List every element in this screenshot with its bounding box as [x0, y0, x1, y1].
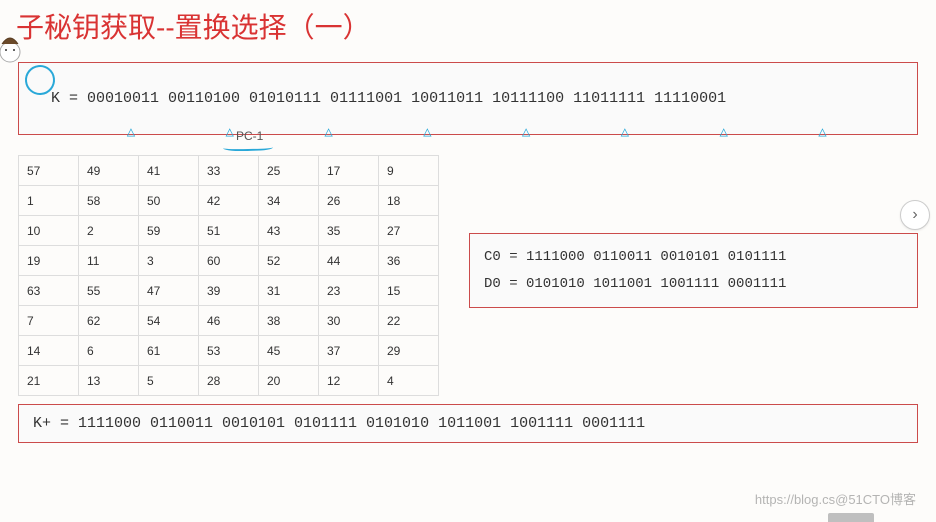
table-cell: 7	[19, 306, 79, 336]
pc1-underline-annotation	[223, 143, 273, 152]
table-cell: 35	[319, 216, 379, 246]
table-cell: 22	[379, 306, 439, 336]
pc1-label: PC-1	[236, 129, 263, 143]
table-cell: 3	[139, 246, 199, 276]
pc1-table-wrap: PC-1 57494133251791585042342618102595143…	[18, 143, 439, 396]
table-cell: 41	[139, 156, 199, 186]
table-cell: 57	[19, 156, 79, 186]
table-cell: 59	[139, 216, 199, 246]
kplus-box: K+ = 1111000 0110011 0010101 0101111 010…	[18, 404, 918, 443]
footer-bar-decoration	[828, 513, 874, 522]
table-cell: 37	[319, 336, 379, 366]
table-cell: 15	[379, 276, 439, 306]
table-cell: 2	[79, 216, 139, 246]
next-arrow-button[interactable]: ›	[900, 200, 930, 230]
table-cell: 63	[19, 276, 79, 306]
watermark-text: https://blog.cs@51CTO博客	[755, 489, 916, 508]
table-cell: 6	[79, 336, 139, 366]
table-cell: 61	[139, 336, 199, 366]
table-cell: 50	[139, 186, 199, 216]
table-cell: 33	[199, 156, 259, 186]
table-cell: 52	[259, 246, 319, 276]
table-cell: 54	[139, 306, 199, 336]
table-cell: 51	[199, 216, 259, 246]
table-cell: 18	[379, 186, 439, 216]
table-cell: 9	[379, 156, 439, 186]
table-cell: 39	[199, 276, 259, 306]
table-row: 1911360524436	[19, 246, 439, 276]
table-cell: 29	[379, 336, 439, 366]
table-cell: 31	[259, 276, 319, 306]
table-cell: 10	[19, 216, 79, 246]
table-cell: 17	[319, 156, 379, 186]
separator-marks: △ △ △ △ △ △ △ △	[19, 124, 917, 136]
table-row: 211352820124	[19, 366, 439, 396]
chevron-right-icon: ›	[912, 206, 917, 224]
table-cell: 12	[319, 366, 379, 396]
k-value-box: K = 00010011 00110100 01010111 01111001 …	[18, 62, 918, 135]
table-cell: 38	[259, 306, 319, 336]
table-cell: 25	[259, 156, 319, 186]
table-row: 1466153453729	[19, 336, 439, 366]
table-cell: 30	[319, 306, 379, 336]
table-cell: 46	[199, 306, 259, 336]
table-cell: 5	[139, 366, 199, 396]
table-row: 7625446383022	[19, 306, 439, 336]
table-cell: 62	[79, 306, 139, 336]
table-cell: 21	[19, 366, 79, 396]
table-cell: 60	[199, 246, 259, 276]
table-cell: 55	[79, 276, 139, 306]
mascot-decoration	[0, 30, 24, 64]
table-row: 1025951433527	[19, 216, 439, 246]
table-cell: 28	[199, 366, 259, 396]
pc1-table: 5749413325179158504234261810259514335271…	[18, 155, 439, 396]
table-cell: 34	[259, 186, 319, 216]
table-cell: 42	[199, 186, 259, 216]
table-cell: 53	[199, 336, 259, 366]
table-cell: 19	[19, 246, 79, 276]
table-cell: 43	[259, 216, 319, 246]
table-cell: 27	[379, 216, 439, 246]
k-value-text: K = 00010011 00110100 01010111 01111001 …	[51, 90, 726, 107]
table-cell: 20	[259, 366, 319, 396]
page-title: 子秘钥获取--置换选择（一）	[0, 0, 936, 58]
table-cell: 14	[19, 336, 79, 366]
table-cell: 1	[19, 186, 79, 216]
table-cell: 26	[319, 186, 379, 216]
table-cell: 4	[379, 366, 439, 396]
table-row: 63554739312315	[19, 276, 439, 306]
table-cell: 44	[319, 246, 379, 276]
table-cell: 11	[79, 246, 139, 276]
table-cell: 58	[79, 186, 139, 216]
table-cell: 36	[379, 246, 439, 276]
table-cell: 47	[139, 276, 199, 306]
table-cell: 23	[319, 276, 379, 306]
table-cell: 13	[79, 366, 139, 396]
table-cell: 49	[79, 156, 139, 186]
table-row: 1585042342618	[19, 186, 439, 216]
table-cell: 45	[259, 336, 319, 366]
table-row: 5749413325179	[19, 156, 439, 186]
c0d0-box: C0 = 1111000 0110011 0010101 0101111 D0 …	[469, 233, 918, 308]
